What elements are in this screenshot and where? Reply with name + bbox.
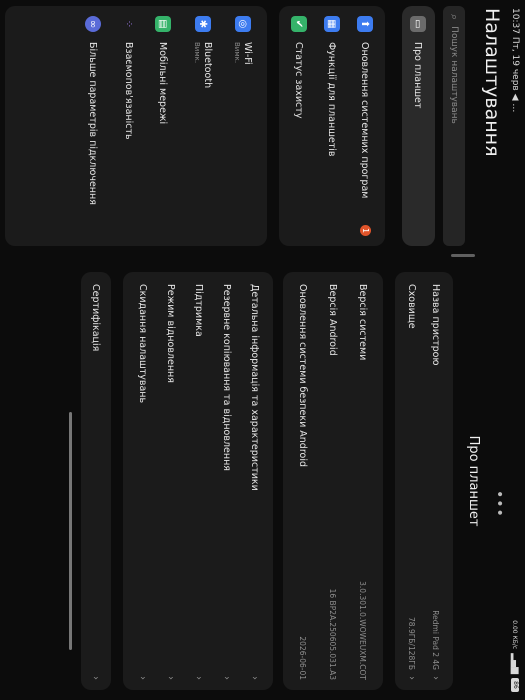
status-right: 0.00 КБ/с ▂▄▆ 86: [510, 620, 520, 692]
chevron-right-icon: ›: [193, 676, 205, 680]
sidebar-item-label: Більше параметрів підключення: [87, 42, 99, 205]
time-text: 10:37: [510, 8, 520, 34]
chevron-right-icon: ›: [430, 676, 442, 680]
row-label: Підтримка: [193, 284, 205, 337]
row-label: Резервне копіювання та відновлення: [221, 284, 233, 472]
arrow-up-icon: ⬆: [357, 16, 373, 32]
sidebar-item-more-connections[interactable]: ∞ Більше параметрів підключення: [79, 16, 107, 236]
tablet-screen: 10:37 Пт, 19 черв ◀ … 0.00 КБ/с ▂▄▆ 86 Н…: [0, 0, 525, 700]
pane-divider-handle[interactable]: [451, 254, 475, 257]
sidebar-item-label: Оновлення системних програм: [359, 42, 371, 199]
sidebar-item-label: Статус захисту: [293, 42, 305, 119]
search-icon: ⌕: [448, 14, 461, 21]
row-value: Redmi Pad 2 4G: [431, 610, 441, 670]
row-factory-reset[interactable]: Скидання налаштувань ›: [131, 284, 155, 680]
sidebar-group-connections: ◎ Wi-Fi Вимк. ✱ Bluetooth Вимк. ▤ Мобіль…: [5, 6, 267, 246]
about-tablet-pane: ••• Про планшет Назва пристрою Redmi Pad…: [0, 262, 507, 700]
chevron-right-icon: ›: [406, 676, 418, 680]
app-title: Налаштування: [481, 8, 503, 157]
search-input[interactable]: ⌕ Пошук налаштувань: [443, 6, 465, 246]
search-placeholder: Пошук налаштувань: [449, 26, 459, 124]
sidebar-group-device: ▭ Про планшет: [402, 6, 435, 246]
page-title: Про планшет: [466, 435, 481, 527]
settings-sidebar: Налаштування ⌕ Пошук налаштувань ▭ Про п…: [0, 0, 503, 262]
row-label: Режим відновлення: [165, 284, 177, 383]
more-options-icon[interactable]: •••: [491, 490, 507, 518]
certification-card: Сертифікація ›: [81, 272, 111, 690]
tablet-icon: ▭: [410, 16, 426, 32]
chevron-right-icon: ›: [90, 676, 102, 680]
sidebar-item-label: Мобільні мережі: [157, 42, 169, 125]
sidebar-item-label: Функції для планшетів: [326, 42, 338, 157]
device-info-card: Назва пристрою Redmi Pad 2 4G › Сховище …: [395, 272, 453, 690]
mobile-network-icon: ▤: [155, 16, 171, 32]
chevron-right-icon: ›: [165, 676, 177, 680]
row-value: 3.0.301.0.WOWEUXM.COT: [358, 581, 368, 680]
grid-icon: ▦: [324, 16, 340, 32]
sidebar-item-status: Вимк.: [233, 42, 241, 64]
row-security-update[interactable]: Оновлення системи безпеки Android 2026-0…: [291, 284, 315, 680]
row-device-name[interactable]: Назва пристрою Redmi Pad 2 4G ›: [424, 284, 448, 680]
row-label: Сховище: [406, 284, 418, 329]
sidebar-item-system-updates[interactable]: ⬆ Оновлення системних програм 1: [351, 16, 379, 236]
more-options-card: Детальна інформація та характеристики › …: [123, 272, 273, 690]
status-time: 10:37 Пт, 19 черв ◀ …: [510, 8, 520, 112]
status-bar: 10:37 Пт, 19 черв ◀ … 0.00 КБ/с ▂▄▆ 86: [503, 0, 525, 700]
date-text: Пт, 19 черв: [510, 36, 520, 91]
update-badge: 1: [360, 225, 371, 236]
network-speed: 0.00 КБ/с: [511, 620, 519, 650]
sidebar-item-label: Wi-Fi: [242, 42, 253, 65]
row-recovery-mode[interactable]: Режим відновлення ›: [159, 284, 183, 680]
row-label: Версія Android: [327, 284, 339, 356]
sidebar-item-wifi[interactable]: ◎ Wi-Fi Вимк.: [229, 16, 257, 236]
sidebar-item-about-tablet[interactable]: ▭ Про планшет: [404, 16, 432, 236]
row-value: 78.9ГБ/128ГБ: [407, 617, 417, 670]
row-label: Сертифікація: [90, 284, 102, 352]
row-system-version[interactable]: Версія системи 3.0.301.0.WOWEUXM.COT: [351, 284, 375, 680]
row-value: 2026-06-01: [298, 636, 308, 680]
sidebar-item-status: Вимк.: [193, 42, 201, 64]
chevron-right-icon: ›: [249, 676, 261, 680]
sidebar-item-protection-status[interactable]: ✔ Статус захисту: [285, 16, 313, 236]
row-backup-restore[interactable]: Резервне копіювання та відновлення ›: [215, 284, 239, 680]
row-support[interactable]: Підтримка ›: [187, 284, 211, 680]
system-version-card: Версія системи 3.0.301.0.WOWEUXM.COT Вер…: [283, 272, 383, 690]
sidebar-group-system: ⬆ Оновлення системних програм 1 ▦ Функці…: [279, 6, 385, 246]
wifi-icon: ◎: [235, 16, 251, 32]
row-certification[interactable]: Сертифікація ›: [84, 284, 108, 680]
row-label: Оновлення системи безпеки Android: [297, 284, 309, 468]
link-icon: ∞: [85, 16, 101, 32]
signal-icon: ▂▄▆: [510, 653, 520, 674]
bluetooth-icon: ✱: [195, 16, 211, 32]
sidebar-item-mobile-networks[interactable]: ▤ Мобільні мережі: [149, 16, 177, 236]
row-storage[interactable]: Сховище 78.9ГБ/128ГБ ›: [400, 284, 424, 680]
row-label: Детальна інформація та характеристики: [249, 284, 261, 491]
scroll-indicator[interactable]: [69, 412, 72, 650]
nav-indicator: ◀ …: [510, 93, 520, 113]
shield-icon: ✔: [291, 16, 307, 32]
sidebar-item-connectivity[interactable]: ⁘ Взаємопов'язаність: [115, 16, 143, 236]
row-label: Версія системи: [357, 284, 369, 361]
sidebar-item-label: Bluetooth: [202, 42, 213, 89]
sidebar-item-label: Взаємопов'язаність: [123, 42, 135, 140]
chevron-right-icon: ›: [221, 676, 233, 680]
battery-icon: 86: [511, 678, 519, 692]
row-value: 16 BP2A.250605.031.A3: [328, 588, 338, 680]
row-android-version[interactable]: Версія Android 16 BP2A.250605.031.A3: [321, 284, 345, 680]
sidebar-item-tablet-features[interactable]: ▦ Функції для планшетів: [318, 16, 346, 236]
row-label: Скидання налаштувань: [137, 284, 149, 404]
row-label: Назва пристрою: [430, 284, 442, 366]
chevron-right-icon: ›: [137, 676, 149, 680]
sidebar-item-bluetooth[interactable]: ✱ Bluetooth Вимк.: [189, 16, 217, 236]
row-detailed-info[interactable]: Детальна інформація та характеристики ›: [243, 284, 267, 680]
connectivity-icon: ⁘: [123, 19, 135, 29]
sidebar-item-label: Про планшет: [412, 42, 424, 109]
